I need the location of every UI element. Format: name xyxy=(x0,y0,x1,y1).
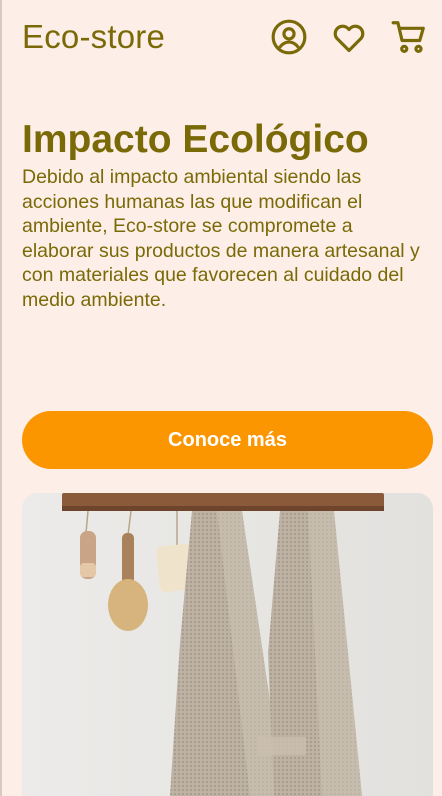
header-actions xyxy=(268,16,430,58)
user-circle-icon xyxy=(271,19,307,55)
cart-icon xyxy=(391,21,425,53)
heart-icon xyxy=(333,24,365,53)
favorites-button[interactable] xyxy=(328,16,370,58)
learn-more-button[interactable]: Conoce más xyxy=(22,411,433,469)
hero-description: Debido al impacto ambiental siendo las a… xyxy=(22,166,420,311)
page-title: Impacto Ecológico xyxy=(22,118,369,161)
account-button[interactable] xyxy=(268,16,310,58)
cart-button[interactable] xyxy=(388,16,430,58)
top-bar: Eco-store xyxy=(22,14,430,60)
hero-image xyxy=(22,493,433,796)
brand-logo[interactable]: Eco-store xyxy=(22,18,165,56)
